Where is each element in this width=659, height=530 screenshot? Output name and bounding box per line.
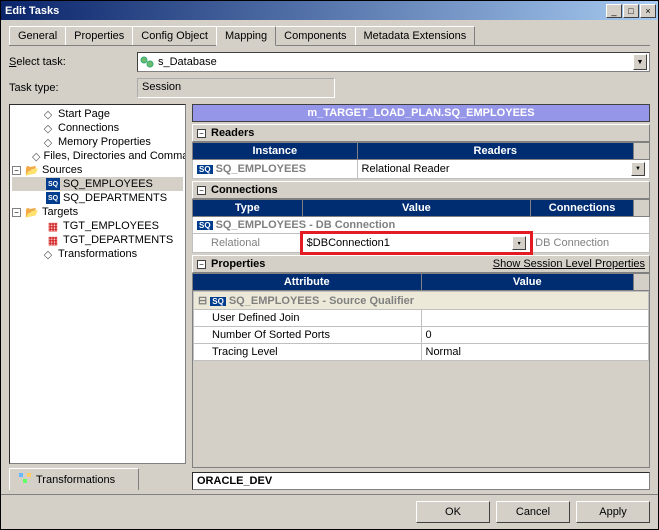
scroll-spacer xyxy=(634,200,650,217)
dialog-buttons: OK Cancel Apply xyxy=(1,494,658,529)
tree-tgt-employees[interactable]: ▦ TGT_EMPLOYEES xyxy=(12,219,183,233)
ok-button[interactable]: OK xyxy=(416,501,490,523)
table-group-row: SQSQ_EMPLOYEES - DB Connection xyxy=(193,217,650,234)
maximize-button[interactable]: □ xyxy=(623,4,639,18)
collapse-icon[interactable]: − xyxy=(12,166,21,175)
sq-icon: SQ xyxy=(210,297,226,306)
select-task-label: Select task: xyxy=(9,56,137,68)
tree-targets[interactable]: − 📂 Targets xyxy=(12,205,183,219)
col-value: Value xyxy=(421,274,634,291)
table-row[interactable]: Tracing Level Normal xyxy=(194,344,649,361)
chevron-down-icon[interactable]: ▼ xyxy=(633,54,647,70)
col-readers: Readers xyxy=(357,143,633,160)
select-task-dropdown[interactable]: s_Database ▼ xyxy=(137,52,650,72)
tree-sq-employees[interactable]: SQ SQ_EMPLOYEES xyxy=(12,177,183,191)
select-task-value: s_Database xyxy=(158,56,217,68)
tree-sources[interactable]: − 📂 Sources xyxy=(12,163,183,177)
properties-scroll[interactable]: ⊟ SQSQ_EMPLOYEES - Source Qualifier User… xyxy=(192,291,650,468)
tree-tgt-departments[interactable]: ▦ TGT_DEPARTMENTS xyxy=(12,233,183,247)
scroll-spacer xyxy=(634,274,650,291)
target-icon: ▦ xyxy=(46,220,60,232)
db-connection-value: $DBConnection1 xyxy=(307,237,390,249)
document-icon: ◇ xyxy=(32,150,40,162)
chevron-down-icon[interactable]: ▼ xyxy=(631,162,645,176)
scroll-spacer xyxy=(634,143,650,160)
tree-connections[interactable]: ◇ Connections xyxy=(12,121,183,135)
table-row[interactable]: Relational $DBConnection1 ▾ DB Connectio… xyxy=(193,234,650,253)
transform-icon xyxy=(18,472,32,487)
tab-general[interactable]: General xyxy=(9,26,66,45)
sq-icon: SQ xyxy=(197,165,213,174)
table-row[interactable]: User Defined Join xyxy=(194,310,649,327)
dropdown-button[interactable]: ▾ xyxy=(512,236,526,250)
dialog-content: General Properties Config Object Mapping… xyxy=(1,20,658,494)
col-attribute: Attribute xyxy=(193,274,422,291)
sq-icon: SQ xyxy=(46,178,60,190)
collapse-icon[interactable]: − xyxy=(12,208,21,217)
connections-grid: Type Value Connections SQSQ_EMPLOYEES - … xyxy=(192,199,650,253)
sq-icon: SQ xyxy=(46,192,60,204)
apply-button[interactable]: Apply xyxy=(576,501,650,523)
tree-memory-properties[interactable]: ◇ Memory Properties xyxy=(12,135,183,149)
transformations-tab[interactable]: Transformations xyxy=(9,468,139,490)
folder-icon: 📂 xyxy=(25,206,39,218)
navigation-tree[interactable]: ◇ Start Page ◇ Connections ◇ Memory Prop… xyxy=(9,104,186,464)
collapse-icon[interactable]: − xyxy=(197,129,206,138)
status-bar: ORACLE_DEV xyxy=(192,472,650,490)
connections-header: − Connections xyxy=(192,181,650,199)
mapping-detail-panel: m_TARGET_LOAD_PLAN.SQ_EMPLOYEES − Reader… xyxy=(192,104,650,490)
tree-sq-departments[interactable]: SQ SQ_DEPARTMENTS xyxy=(12,191,183,205)
readers-grid: Instance Readers SQSQ_EMPLOYEES Relation… xyxy=(192,142,650,179)
window-title: Edit Tasks xyxy=(5,5,606,17)
table-row[interactable]: SQSQ_EMPLOYEES Relational Reader▼ xyxy=(193,160,650,179)
task-icon xyxy=(140,56,154,68)
col-value: Value xyxy=(302,200,531,217)
edit-tasks-window: Edit Tasks _ □ × General Properties Conf… xyxy=(0,0,659,530)
properties-header: − Properties Show Session Level Properti… xyxy=(192,255,650,273)
task-type-label: Task type: xyxy=(9,82,137,94)
col-instance: Instance xyxy=(193,143,358,160)
tab-metadata-extensions[interactable]: Metadata Extensions xyxy=(355,26,476,45)
collapse-icon[interactable]: − xyxy=(197,186,206,195)
document-icon: ◇ xyxy=(41,248,55,260)
tab-properties[interactable]: Properties xyxy=(65,26,133,45)
sq-icon: SQ xyxy=(197,221,213,230)
cancel-button[interactable]: Cancel xyxy=(496,501,570,523)
tab-mapping[interactable]: Mapping xyxy=(216,26,276,46)
tree-files-dirs[interactable]: ◇ Files, Directories and Commands xyxy=(12,149,183,163)
minimize-button[interactable]: _ xyxy=(606,4,622,18)
document-icon: ◇ xyxy=(41,136,55,148)
table-row[interactable]: Number Of Sorted Ports 0 xyxy=(194,327,649,344)
main-tabs: General Properties Config Object Mapping… xyxy=(9,26,650,46)
document-icon: ◇ xyxy=(41,122,55,134)
folder-icon: 📂 xyxy=(25,164,39,176)
collapse-icon[interactable]: − xyxy=(197,260,206,269)
mapping-title: m_TARGET_LOAD_PLAN.SQ_EMPLOYEES xyxy=(192,104,650,122)
task-type-value: Session xyxy=(137,78,335,98)
col-type: Type xyxy=(193,200,303,217)
tree-start-page[interactable]: ◇ Start Page xyxy=(12,107,183,121)
tab-components[interactable]: Components xyxy=(275,26,355,45)
target-icon: ▦ xyxy=(46,234,60,246)
table-group-row: ⊟ SQSQ_EMPLOYEES - Source Qualifier xyxy=(194,292,649,310)
titlebar: Edit Tasks _ □ × xyxy=(1,1,658,20)
col-connections: Connections xyxy=(531,200,634,217)
show-session-properties-link[interactable]: Show Session Level Properties xyxy=(493,258,645,270)
tab-config-object[interactable]: Config Object xyxy=(132,26,217,45)
readers-header: − Readers xyxy=(192,124,650,142)
tree-transformations[interactable]: ◇ Transformations xyxy=(12,247,183,261)
close-button[interactable]: × xyxy=(640,4,656,18)
document-icon: ◇ xyxy=(41,108,55,120)
properties-grid: Attribute Value xyxy=(192,273,650,291)
